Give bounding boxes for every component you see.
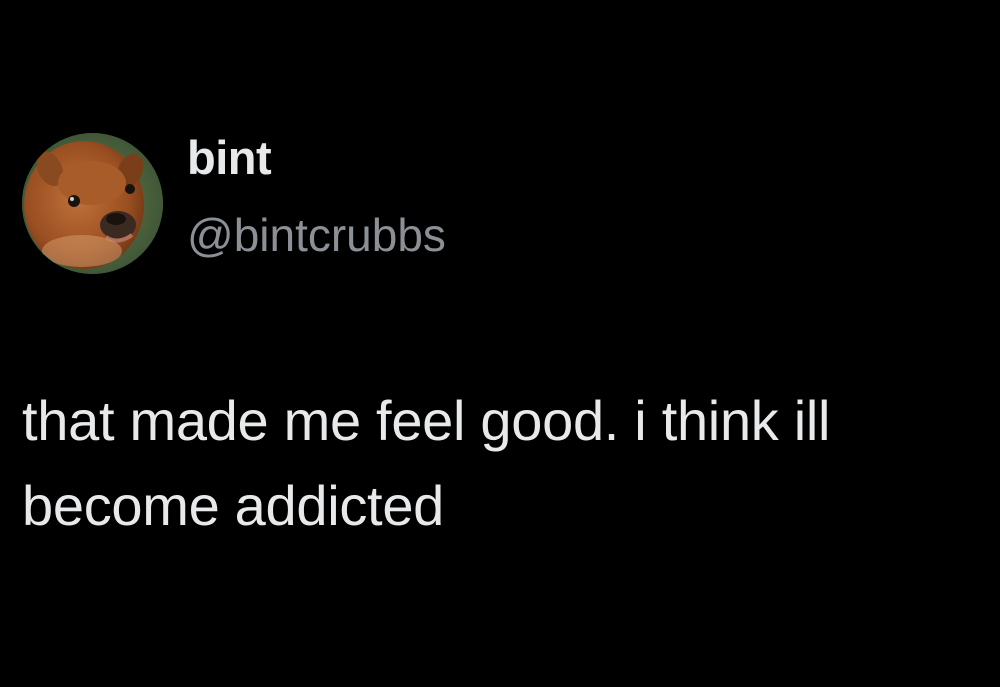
user-handle[interactable]: @bintcrubbs — [187, 205, 446, 265]
avatar[interactable] — [22, 133, 163, 274]
display-name[interactable]: bint — [187, 128, 272, 188]
tweet-text: that made me feel good. i think ill beco… — [22, 389, 831, 537]
deer-avatar-icon — [22, 133, 163, 274]
tweet-card: bint @bintcrubbs that made me feel good.… — [0, 0, 1000, 687]
